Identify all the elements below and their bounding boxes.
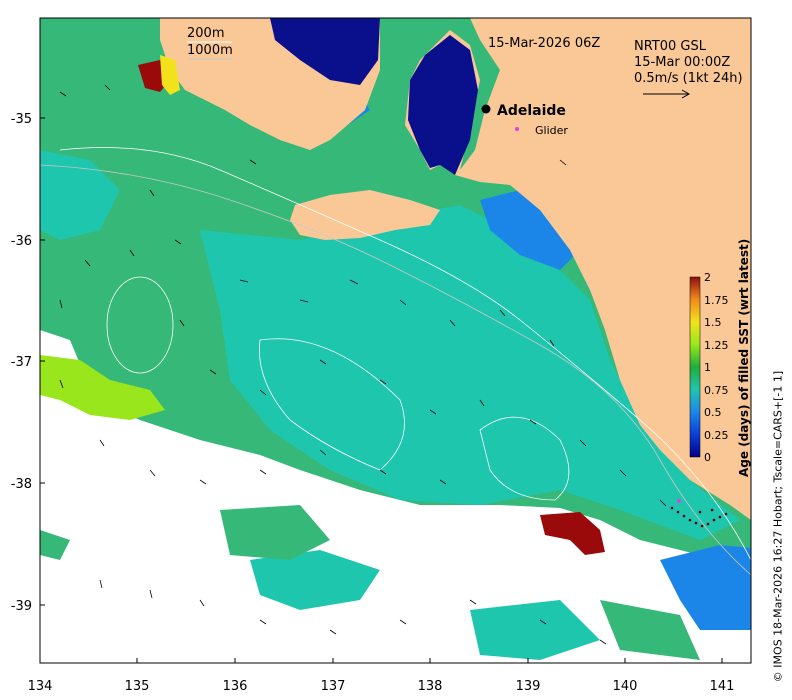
y-axis-labels: -35 -36 -37 -38 -39 <box>11 112 32 614</box>
x-tick-137: 137 <box>321 679 346 694</box>
x-tick-141: 141 <box>710 679 735 694</box>
glider-legend-icon <box>515 127 519 131</box>
y-tick-39: -39 <box>11 599 32 614</box>
x-axis-labels: 134 135 136 137 138 139 140 141 <box>28 679 735 694</box>
cb-tick-05: 0.5 <box>704 406 722 419</box>
x-tick-134: 134 <box>28 679 53 694</box>
colorbar <box>689 276 701 458</box>
x-tick-138: 138 <box>418 679 443 694</box>
cb-tick-15: 1.5 <box>704 316 722 329</box>
product-line-2: 15-Mar 00:00Z <box>634 55 730 70</box>
depth-label-200m: 200m <box>187 26 224 41</box>
date-label: 15-Mar-2026 06Z <box>488 36 600 51</box>
glider-marker <box>677 499 681 503</box>
cb-tick-075: 0.75 <box>704 384 729 397</box>
cb-tick-175: 1.75 <box>704 294 729 307</box>
cb-tick-1: 1 <box>704 361 711 374</box>
adelaide-marker <box>481 104 491 114</box>
glider-legend-label: Glider <box>535 124 568 137</box>
cb-tick-2: 2 <box>704 271 711 284</box>
product-line-1: NRT00 GSL <box>634 39 707 54</box>
y-tick-38: -38 <box>11 477 32 492</box>
y-tick-36: -36 <box>11 234 32 249</box>
credit-label: © IMOS 18-Mar-2026 16:27 Hobart; Tscale=… <box>771 370 785 683</box>
cb-tick-025: 0.25 <box>704 429 729 442</box>
cb-tick-0: 0 <box>704 451 711 464</box>
sst-age-map: 134 135 136 137 138 139 140 141 -35 -36 … <box>11 17 752 694</box>
depth-label-1000m: 1000m <box>187 43 233 58</box>
colorbar-label: Age (days) of filled SST (wrt latest) <box>737 238 751 477</box>
product-line-3: 0.5m/s (1kt 24h) <box>634 71 743 86</box>
x-tick-139: 139 <box>516 679 541 694</box>
x-tick-136: 136 <box>223 679 248 694</box>
x-tick-140: 140 <box>613 679 638 694</box>
cb-tick-125: 1.25 <box>704 339 729 352</box>
y-tick-35: -35 <box>11 112 32 127</box>
city-label: Adelaide <box>497 103 566 119</box>
y-tick-37: -37 <box>11 355 32 370</box>
x-tick-135: 135 <box>125 679 150 694</box>
